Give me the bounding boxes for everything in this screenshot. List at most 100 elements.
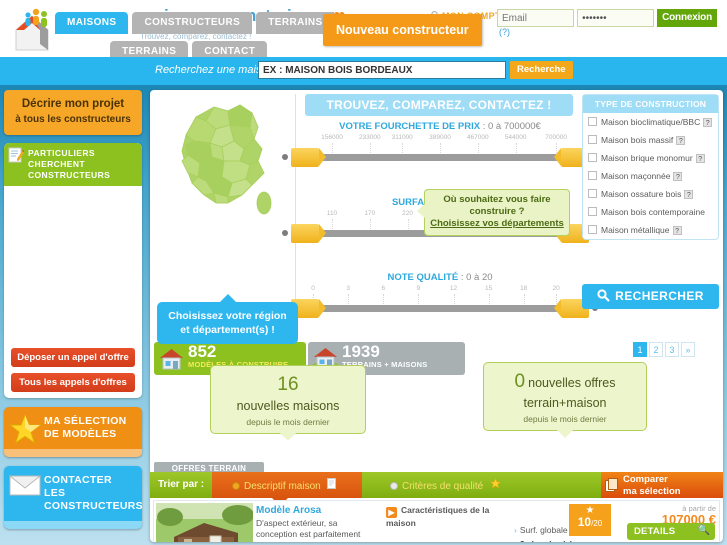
deposer-appel-offre-button[interactable]: Déposer un appel d'offre — [11, 348, 135, 367]
note-tick-2: 6 — [381, 285, 386, 292]
surface-tick-0: 110 — [326, 210, 338, 217]
checkbox-metallique[interactable] — [588, 225, 597, 234]
type-row-5[interactable]: Maison bois contemporaine — [583, 203, 718, 221]
price-tick-6: 700000 — [545, 134, 567, 141]
result-row[interactable]: Modèle Arosa D'aspect extérieur, sa conc… — [153, 500, 720, 542]
departement-tooltip: Où souhaitez vous faire construire ? Cho… — [417, 189, 570, 236]
comparer-ma-selection-button[interactable]: Comparer ma sélection — [601, 472, 723, 498]
checkbox-bois-massif[interactable] — [588, 135, 597, 144]
type-row-0[interactable]: Maison bioclimatique/BBC? — [583, 113, 718, 131]
result-thumbnail[interactable] — [156, 503, 253, 542]
tous-appels-offres-button[interactable]: Tous les appels d'offres — [11, 373, 135, 392]
note-tick-6: 18 — [520, 285, 528, 292]
radio-qualite[interactable] — [390, 482, 398, 490]
details-label: DETAILS — [634, 526, 676, 537]
sort-option-descriptif[interactable]: Descriptif maison — [232, 478, 337, 492]
page-3[interactable]: 3 — [665, 342, 679, 357]
particuliers-panel-header: PARTICULIERS CHERCHENT CONSTRUCTEURS — [4, 143, 142, 186]
details-button[interactable]: DETAILS 🔍 — [627, 523, 715, 540]
site-logo[interactable] — [10, 6, 58, 52]
ma-selection-button[interactable]: MA SÉLECTION DE MODÈLES — [4, 407, 142, 457]
price-tick-3: 389000 — [429, 134, 451, 141]
page-2[interactable]: 2 — [649, 342, 663, 357]
type-row-4[interactable]: Maison ossature bois? — [583, 185, 718, 203]
email-field[interactable] — [497, 9, 574, 27]
left-sidebar: Décrire mon projet à tous les constructe… — [4, 90, 144, 529]
spec-1: ›3 chambre(s) — [514, 537, 624, 542]
help-icon-0[interactable]: ? — [703, 118, 713, 127]
price-slider-rail[interactable] — [282, 148, 598, 167]
search-submit-button[interactable]: Recherche — [510, 61, 573, 79]
type-construction-header: TYPE DE CONSTRUCTION — [583, 95, 718, 113]
checkbox-brique-monomur[interactable] — [588, 153, 597, 162]
type-label-5: Maison bois contemporaine — [601, 207, 705, 217]
bubble-terrains-l1a: nouvelles offres — [528, 376, 616, 390]
note-slider-label: NOTE QUALITÉ — [387, 272, 459, 283]
result-characteristics-link[interactable]: ▶ Caractéristiques de la maison — [386, 505, 516, 528]
checkbox-bioclimatique[interactable] — [588, 117, 597, 126]
bubble-maisons-num: 16 — [277, 374, 299, 395]
result-actions: DETAILS🔍 COMPARER✚ CONTACTER✉ — [627, 523, 715, 542]
contacter-constructeurs-button[interactable]: CONTACTER LES CONSTRUCTEURS — [4, 466, 142, 529]
price-slider-title: VOTRE FOURCHETTE DE PRIX : 0 à 700000€ — [305, 121, 575, 132]
help-icon-4[interactable]: ? — [684, 190, 694, 199]
note-slider-value: : 0 à 20 — [458, 272, 493, 283]
nav-maisons[interactable]: MAISONS — [55, 12, 129, 34]
decrire-projet-button[interactable]: Décrire mon projet à tous les constructe… — [4, 90, 142, 135]
sort-option-qualite[interactable]: Critères de qualité — [390, 477, 502, 492]
note-max: /20 — [591, 519, 603, 528]
note-slider-rail[interactable] — [282, 299, 598, 318]
checkbox-maconnee[interactable] — [588, 171, 597, 180]
result-title[interactable]: Modèle Arosa — [256, 505, 379, 516]
price-tick-1: 233000 — [358, 134, 381, 141]
comparer-l1: Comparer — [623, 474, 668, 485]
france-map[interactable] — [166, 99, 284, 222]
decrire-line2: à tous les constructeurs — [15, 114, 131, 125]
type-row-1[interactable]: Maison bois massif? — [583, 131, 718, 149]
checkbox-bois-contemporaine[interactable] — [588, 207, 597, 216]
help-icon-6[interactable]: ? — [672, 226, 682, 235]
comparer-l2: ma sélection — [623, 486, 681, 497]
map-region-tooltip: Choisissez votre région et département(s… — [157, 294, 298, 344]
price-slider-handle-min[interactable] — [282, 148, 326, 167]
banner-trouvez-comparez: TROUVEZ, COMPAREZ, CONTACTEZ ! — [305, 94, 573, 116]
stat-models-count: 852 — [188, 342, 217, 361]
nav-constructeurs[interactable]: CONSTRUCTEURS — [132, 12, 253, 34]
bubble-maisons-l2: depuis le mois dernier — [246, 417, 330, 427]
type-row-6[interactable]: Maison métallique? — [583, 221, 718, 239]
page-next[interactable]: » — [681, 342, 695, 357]
price-tick-0: 156000 — [321, 134, 343, 141]
nouveau-constructeur-callout[interactable]: Nouveau constructeur — [323, 14, 482, 46]
result-desc-text: D'aspect extérieur, sa conception est pa… — [256, 518, 374, 542]
help-icon-2[interactable]: ? — [695, 154, 705, 163]
help-icon-3[interactable]: ? — [673, 172, 683, 181]
contacter-l1: CONTACTER LES — [44, 474, 112, 499]
star-small-icon — [489, 477, 502, 492]
search-input[interactable] — [258, 61, 506, 79]
password-field[interactable] — [577, 9, 655, 27]
arrow-right-icon: ▶ — [386, 507, 397, 518]
compare-icon — [605, 478, 619, 496]
decrire-line1: Décrire mon projet — [21, 98, 125, 110]
stat-terrains-count: 1939 — [342, 342, 380, 361]
type-row-2[interactable]: Maison brique monomur? — [583, 149, 718, 167]
help-icon-1[interactable]: ? — [676, 136, 686, 145]
rechercher-button[interactable]: RECHERCHER — [582, 284, 719, 309]
radio-descriptif[interactable] — [232, 482, 240, 490]
connexion-button[interactable]: Connexion — [657, 9, 717, 27]
checkbox-ossature-bois[interactable] — [588, 189, 597, 198]
star-icon — [8, 413, 42, 447]
ma-selection-l2: DE MODÈLES — [44, 428, 117, 440]
particuliers-head-l1: PARTICULIERS CHERCHENT — [28, 148, 95, 169]
page-body: Décrire mon projet à tous les constructe… — [0, 85, 727, 545]
surface-slider-handle-min[interactable] — [282, 224, 326, 243]
search-criteria-section: Choisissez votre région et département(s… — [150, 90, 723, 375]
bubble-terrains-line1: 0 nouvelles offres — [488, 371, 642, 393]
ma-selection-l1: MA SÉLECTION — [44, 415, 127, 427]
price-slider-label: VOTRE FOURCHETTE DE PRIX — [339, 121, 481, 132]
price-slider-value: : 0 à 700000€ — [480, 121, 541, 132]
page-1[interactable]: 1 — [633, 342, 647, 357]
login-help-icon[interactable]: (?) — [499, 27, 510, 37]
type-row-3[interactable]: Maison maçonnée? — [583, 167, 718, 185]
login-form: Connexion (?) — [497, 9, 725, 37]
